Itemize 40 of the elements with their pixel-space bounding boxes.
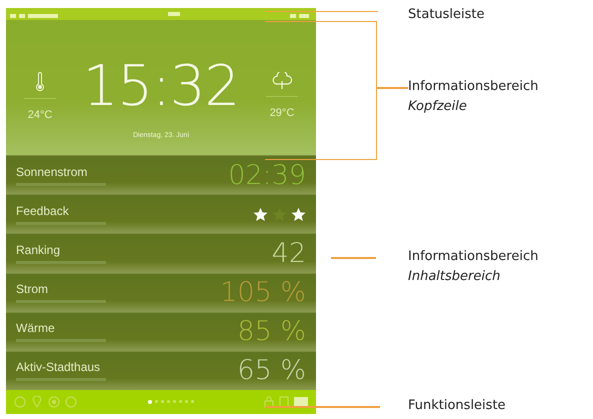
row-value: 42 xyxy=(272,238,306,269)
screen-icon[interactable] xyxy=(294,397,308,407)
clock-time: 15:32 xyxy=(82,54,240,120)
info-row[interactable]: Feedback xyxy=(6,194,316,234)
callout-label: Statusleiste xyxy=(408,6,485,24)
page-dot[interactable] xyxy=(184,400,188,403)
callout-label: Funktionsleiste xyxy=(408,397,506,415)
row-title: Strom xyxy=(16,282,50,296)
row-value: 105 % xyxy=(220,277,306,308)
info-row[interactable]: Aktiv-Stadthaus 65 % xyxy=(6,350,316,390)
indoor-temperature: 24°C xyxy=(28,109,52,121)
info-row[interactable]: Ranking 42 xyxy=(6,233,316,273)
callout-sublabel: Kopfzeile xyxy=(408,98,468,116)
page-dot[interactable] xyxy=(190,400,194,403)
callout-label: Informationsbereich xyxy=(408,248,538,266)
page-dot[interactable] xyxy=(178,400,182,403)
row-value: 02:39 xyxy=(228,160,306,191)
row-title: Ranking xyxy=(16,242,62,257)
callout-sublabel: Inhaltsbereich xyxy=(408,268,502,286)
row-title: Sonnenstrom xyxy=(16,164,88,179)
page-dot[interactable] xyxy=(160,400,164,403)
row-title: Feedback xyxy=(16,204,70,218)
row-value: 85 % xyxy=(237,316,306,348)
row-title: Aktiv-Stadthaus xyxy=(16,360,102,374)
page-dot[interactable] xyxy=(166,400,170,403)
info-row[interactable]: Wärme 85 % xyxy=(6,312,316,351)
leader-line xyxy=(331,257,376,258)
cloud-icon xyxy=(270,72,293,90)
info-row[interactable]: Sonnenstrom 02:39 xyxy=(6,155,316,194)
lock-icon[interactable] xyxy=(264,396,274,408)
row-title: Wärme xyxy=(16,321,56,336)
outdoor-temperature: 29°C xyxy=(270,107,294,119)
location-icon[interactable] xyxy=(31,396,43,408)
page-dot[interactable] xyxy=(148,400,152,404)
callout-label: Informationsbereich xyxy=(408,78,538,96)
row-value: 65 % xyxy=(237,355,306,386)
thermometer-icon xyxy=(35,72,45,92)
info-row[interactable]: Strom 105 % xyxy=(6,272,316,312)
page-dot[interactable] xyxy=(172,400,176,403)
page-dot[interactable] xyxy=(154,400,158,403)
